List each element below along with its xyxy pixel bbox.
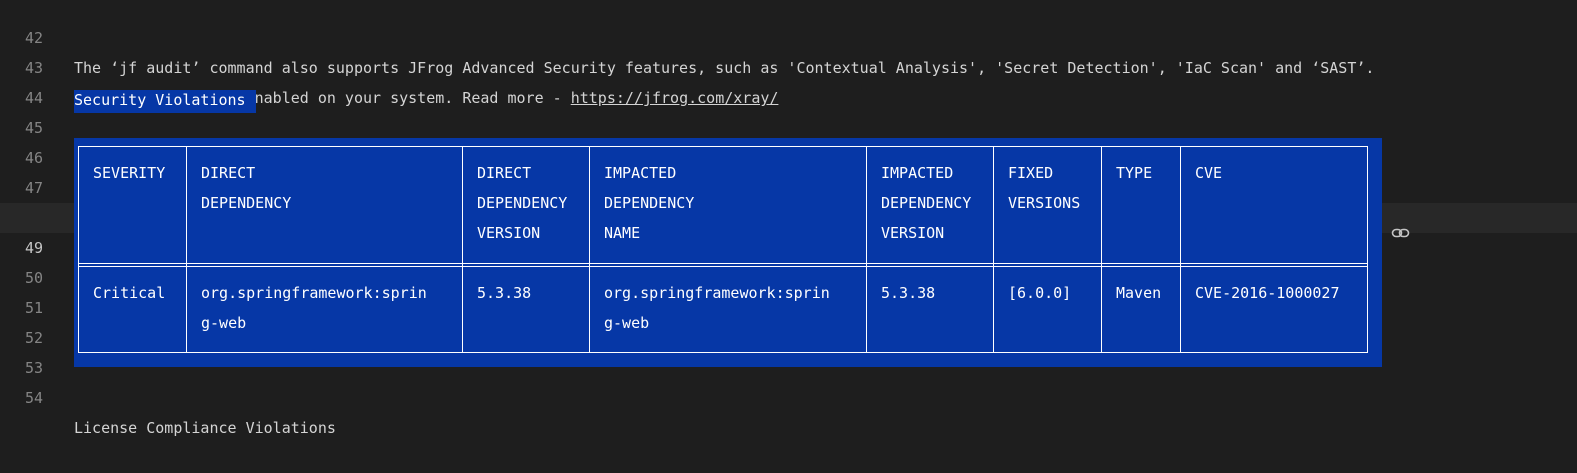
table-border	[78, 146, 1368, 147]
table-border	[589, 146, 590, 353]
table-header-cell: VERSION	[477, 224, 541, 242]
table-border	[462, 146, 463, 353]
table-header-cell: IMPACTED	[604, 164, 677, 182]
table-cell: 5.3.38	[477, 284, 532, 302]
table-cell: [6.0.0]	[1008, 284, 1072, 302]
violations-table: SEVERITY DIRECT DEPENDENCY DIRECT DEPENDENCY…	[0, 0, 1577, 400]
table-header-cell: SEVERITY	[93, 164, 166, 182]
table-header-cell: DEPENDENCY	[881, 194, 972, 212]
table-header-cell: DEPENDENCY	[604, 194, 695, 212]
table-border	[1101, 146, 1102, 353]
table-cell: Maven	[1116, 284, 1162, 302]
table-header-cell: CVE	[1195, 164, 1223, 182]
table-header-cell: DEPENDENCY	[201, 194, 292, 212]
table-cell: 5.3.38	[881, 284, 936, 302]
table-header-cell: DIRECT	[201, 164, 256, 182]
table-cell: g-web	[201, 314, 247, 332]
table-border	[1180, 146, 1181, 353]
line-text: License Compliance Violations	[74, 419, 336, 437]
table-header-cell: DIRECT	[477, 164, 532, 182]
table-header-cell: VERSIONS	[1008, 194, 1081, 212]
table-border	[78, 263, 1368, 264]
table-header-cell: TYPE	[1116, 164, 1153, 182]
table-cell: org.springframework:sprin	[604, 284, 830, 302]
table-cell: org.springframework:sprin	[201, 284, 427, 302]
table-border	[866, 146, 867, 353]
table-border	[78, 352, 1368, 353]
table-header-cell: VERSION	[881, 224, 945, 242]
link-icon[interactable]	[1391, 225, 1411, 241]
table-header-cell: IMPACTED	[881, 164, 954, 182]
table-header-cell: NAME	[604, 224, 641, 242]
table-border	[1367, 146, 1368, 353]
table-cell: g-web	[604, 314, 650, 332]
table-border	[993, 146, 994, 353]
table-header-cell: DEPENDENCY	[477, 194, 568, 212]
table-border	[186, 146, 187, 353]
table-border	[78, 146, 79, 353]
table-header-cell: FIXED	[1008, 164, 1054, 182]
table-cell: Critical	[93, 284, 166, 302]
table-cell: CVE-2016-1000027	[1195, 284, 1340, 302]
table-border	[78, 266, 1368, 267]
